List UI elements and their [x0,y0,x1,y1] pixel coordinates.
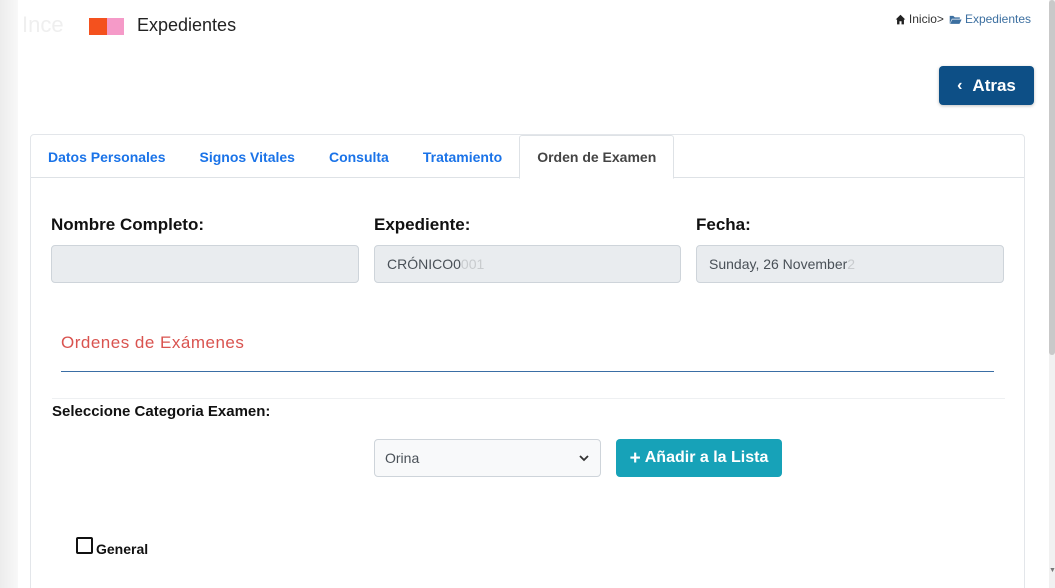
date-value: Sunday, 26 November [709,256,848,272]
tab-tratamiento[interactable]: Tratamiento [406,135,519,178]
breadcrumb-home-link[interactable]: Inicio> [909,12,944,26]
home-icon [895,14,906,24]
record-number-value: CRÓNICO0 [387,256,461,272]
exam-category-selected: Orina [385,450,420,466]
exam-category-label: Seleccione Categoria Examen: [52,403,271,420]
full-name-field[interactable] [51,245,359,283]
divider [52,398,1005,399]
add-to-list-label: Añadir a la Lista [644,449,769,466]
folder-open-icon [949,15,962,24]
scrollbar-thumb[interactable] [1049,0,1055,355]
tab-consulta[interactable]: Consulta [312,135,406,178]
tab-label: Tratamiento [422,148,503,165]
date-label: Fecha: [696,215,751,234]
tab-label: Consulta [328,148,389,165]
section-underline [61,371,994,372]
general-checkbox-row[interactable]: General [76,537,149,557]
page-title: Expedientes [137,15,237,35]
date-value-faded: 2 [847,256,856,272]
record-number-value-faded: 001 [460,256,485,272]
add-to-list-button[interactable]: + Añadir a la Lista [616,439,782,477]
full-name-label: Nombre Completo: [51,215,204,234]
ghost-logo-text: Ince [22,12,64,37]
chevron-left-icon: ‹ [957,76,963,94]
chevron-down-icon [579,455,589,462]
back-button-label: Atras [972,75,1016,95]
window-left-edge [0,0,18,588]
general-checkbox-label: General [96,541,149,557]
tab-label: Signos Vitales [199,148,295,165]
tab-orden-de-examen[interactable]: Orden de Examen [519,135,675,179]
record-number-label: Expediente: [374,215,471,234]
tab-label: Orden de Examen [537,149,657,165]
page-scrollbar[interactable]: ▼ [1049,0,1055,588]
exam-category-select[interactable]: Orina [374,439,601,477]
breadcrumb: Inicio> Expedientes [895,12,1031,26]
record-card: Datos Personales Signos Vitales Consulta… [30,134,1025,588]
app-logo [89,18,124,35]
tab-label: Datos Personales [48,148,166,165]
record-number-field[interactable]: CRÓNICO0 001 [374,245,681,283]
exam-orders-title: Ordenes de Exámenes [61,333,245,352]
record-tabs: Datos Personales Signos Vitales Consulta… [31,135,1024,179]
back-button[interactable]: ‹ Atras [939,66,1034,105]
tab-signos-vitales[interactable]: Signos Vitales [183,135,312,178]
date-field[interactable]: Sunday, 26 November 2 [696,245,1004,283]
scroll-down-icon[interactable]: ▼ [1049,567,1055,574]
general-checkbox[interactable] [76,537,93,554]
plus-icon: + [629,447,641,469]
breadcrumb-current-link[interactable]: Expedientes [965,12,1031,26]
logo-block-orange [89,18,107,35]
logo-block-pink [107,18,124,35]
tab-datos-personales[interactable]: Datos Personales [31,135,183,178]
